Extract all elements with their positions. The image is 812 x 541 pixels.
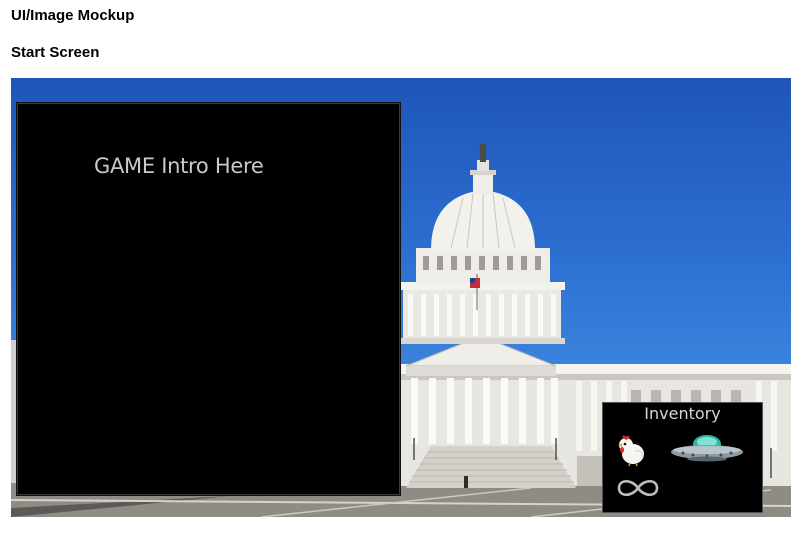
game-start-screen: GAME Intro Here Inventory: [11, 78, 791, 517]
ufo-icon[interactable]: [669, 433, 745, 463]
game-intro-panel: GAME Intro Here: [17, 103, 400, 495]
inventory-title: Inventory: [644, 404, 721, 423]
document-title: UI/Image Mockup: [11, 7, 135, 24]
document-subtitle: Start Screen: [11, 44, 100, 61]
infinity-icon[interactable]: [615, 475, 661, 501]
chicken-icon[interactable]: [613, 431, 649, 467]
game-intro-text: GAME Intro Here: [94, 154, 264, 178]
inventory-panel: Inventory: [602, 402, 763, 513]
